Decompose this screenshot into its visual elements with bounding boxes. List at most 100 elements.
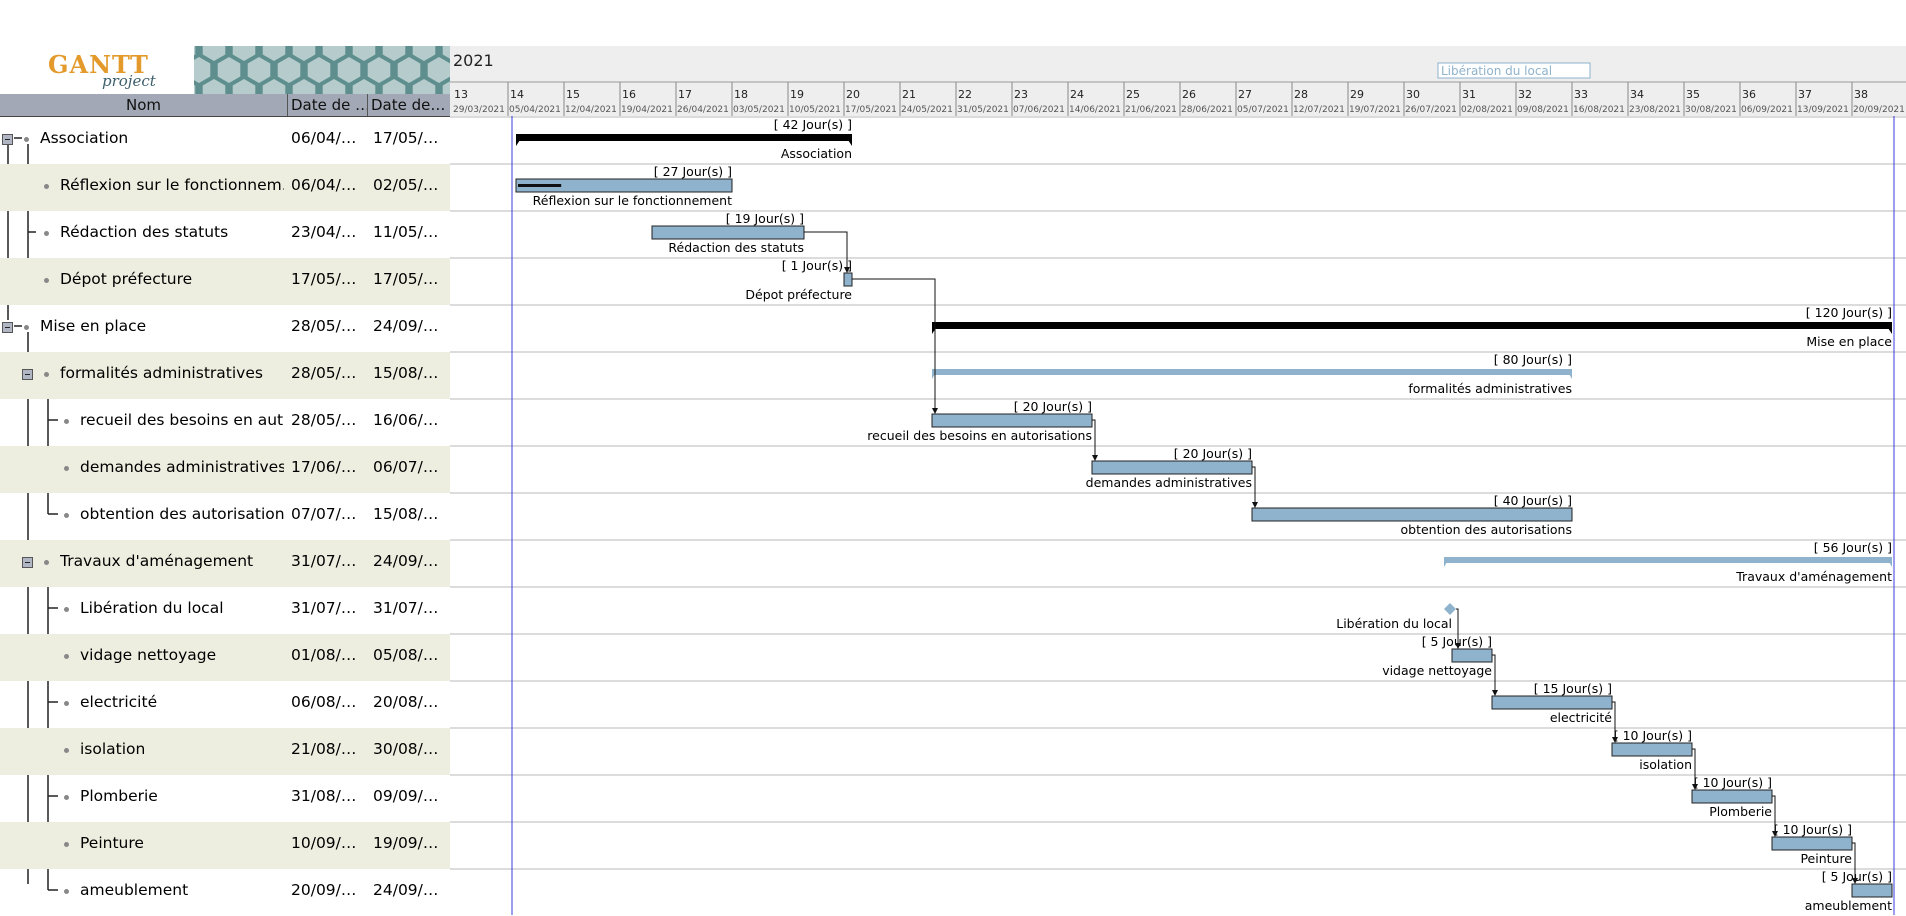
task-bar-label: formalités administratives <box>1408 381 1572 396</box>
week-number-label: 18 <box>734 88 748 101</box>
week-date-label: 19/07/2021 <box>1349 105 1401 115</box>
task-bar-label: Rédaction des statuts <box>668 240 804 255</box>
task-bar-label: demandes administratives <box>1086 475 1252 490</box>
week-number-label: 36 <box>1742 88 1756 101</box>
week-number-label: 25 <box>1126 88 1140 101</box>
week-number-label: 28 <box>1294 88 1308 101</box>
task-bar[interactable] <box>1251 507 1573 522</box>
task-bar[interactable] <box>1491 695 1613 710</box>
duration-label: [ 1 Jour(s) ] <box>782 258 852 273</box>
week-date-label: 24/05/2021 <box>901 105 953 115</box>
week-number-label: 22 <box>958 88 972 101</box>
duration-label: [ 80 Jour(s) ] <box>1494 352 1572 367</box>
week-number-label: 38 <box>1854 88 1868 101</box>
duration-label: [ 5 Jour(s) ] <box>1422 634 1492 649</box>
duration-label: [ 40 Jour(s) ] <box>1494 493 1572 508</box>
duration-label: [ 10 Jour(s) ] <box>1614 728 1692 743</box>
task-bar-label: obtention des autorisations <box>1401 522 1573 537</box>
week-date-label: 30/08/2021 <box>1685 105 1737 115</box>
task-bar-label: Plomberie <box>1709 804 1772 819</box>
dependency-arrowhead <box>1492 690 1498 696</box>
week-date-label: 26/04/2021 <box>677 105 729 115</box>
week-number-label: 20 <box>846 88 860 101</box>
dependency-arrow[interactable] <box>852 278 936 413</box>
week-number-label: 21 <box>902 88 916 101</box>
task-bar-label: Mise en place <box>1806 334 1892 349</box>
week-date-label: 12/07/2021 <box>1293 105 1345 115</box>
milestone-flag-label: Libération du local <box>1441 64 1552 78</box>
week-date-label: 06/09/2021 <box>1741 105 1793 115</box>
task-bar[interactable] <box>843 272 853 287</box>
duration-label: [ 56 Jour(s) ] <box>1814 540 1892 555</box>
week-number-label: 26 <box>1182 88 1196 101</box>
week-date-label: 17/05/2021 <box>845 105 897 115</box>
week-date-label: 20/09/2021 <box>1853 105 1905 115</box>
task-bar-label: ameublement <box>1805 898 1892 913</box>
group-summary-bar[interactable] <box>932 369 1572 375</box>
week-date-label: 02/08/2021 <box>1461 105 1513 115</box>
week-number-label: 27 <box>1238 88 1252 101</box>
group-summary-bar[interactable] <box>1444 557 1892 563</box>
week-date-label: 05/07/2021 <box>1237 105 1289 115</box>
task-bar-label: electricité <box>1550 710 1612 725</box>
task-bar-label: recueil des besoins en autorisations <box>867 428 1092 443</box>
duration-label: [ 15 Jour(s) ] <box>1534 681 1612 696</box>
week-date-label: 31/05/2021 <box>957 105 1009 115</box>
duration-label: [ 120 Jour(s) ] <box>1806 305 1892 320</box>
dependency-arrowhead <box>932 408 938 414</box>
week-date-label: 29/03/2021 <box>453 105 505 115</box>
timeline-year-label: 2021 <box>453 51 494 70</box>
task-bar[interactable] <box>1611 742 1693 757</box>
week-date-label: 03/05/2021 <box>733 105 785 115</box>
week-date-label: 09/08/2021 <box>1517 105 1569 115</box>
duration-label: [ 5 Jour(s) ] <box>1822 869 1892 884</box>
task-bar[interactable] <box>1851 883 1893 898</box>
week-number-label: 13 <box>454 88 468 101</box>
duration-label: [ 19 Jour(s) ] <box>726 211 804 226</box>
week-date-label: 14/06/2021 <box>1069 105 1121 115</box>
week-date-label: 07/06/2021 <box>1013 105 1065 115</box>
week-number-label: 33 <box>1574 88 1588 101</box>
week-number-label: 30 <box>1406 88 1420 101</box>
week-number-label: 35 <box>1686 88 1700 101</box>
week-date-label: 16/08/2021 <box>1573 105 1625 115</box>
week-number-label: 15 <box>566 88 580 101</box>
task-bar-label: isolation <box>1639 757 1692 772</box>
task-progress-indicator <box>518 184 562 187</box>
week-date-label: 28/06/2021 <box>1181 105 1233 115</box>
week-date-label: 12/04/2021 <box>565 105 617 115</box>
duration-label: [ 10 Jour(s) ] <box>1774 822 1852 837</box>
summary-bar[interactable] <box>932 322 1892 329</box>
week-date-label: 21/06/2021 <box>1125 105 1177 115</box>
week-number-label: 34 <box>1630 88 1644 101</box>
gantt-chart: 20211329/03/20211405/04/20211512/04/2021… <box>450 46 1906 915</box>
duration-label: [ 27 Jour(s) ] <box>654 164 732 179</box>
task-bar[interactable] <box>1451 648 1493 663</box>
duration-label: [ 20 Jour(s) ] <box>1014 399 1092 414</box>
week-date-label: 05/04/2021 <box>509 105 561 115</box>
week-number-label: 19 <box>790 88 804 101</box>
week-number-label: 37 <box>1798 88 1812 101</box>
task-bar-label: Dépot préfecture <box>745 287 852 302</box>
task-bar[interactable] <box>1691 789 1773 804</box>
week-date-label: 19/04/2021 <box>621 105 673 115</box>
task-bar[interactable] <box>1771 836 1853 851</box>
milestone-diamond[interactable] <box>1444 603 1456 615</box>
week-number-label: 32 <box>1518 88 1532 101</box>
duration-label: [ 10 Jour(s) ] <box>1694 775 1772 790</box>
summary-bar[interactable] <box>516 134 852 141</box>
week-number-label: 29 <box>1350 88 1364 101</box>
duration-label: [ 20 Jour(s) ] <box>1174 446 1252 461</box>
week-number-label: 24 <box>1070 88 1084 101</box>
task-bar[interactable] <box>931 413 1093 428</box>
week-date-label: 13/09/2021 <box>1797 105 1849 115</box>
dependency-arrowhead <box>1252 502 1258 508</box>
task-bar-label: vidage nettoyage <box>1382 663 1492 678</box>
duration-label: [ 42 Jour(s) ] <box>774 117 852 132</box>
week-date-label: 10/05/2021 <box>789 105 841 115</box>
dependency-arrowhead <box>1092 455 1098 461</box>
week-number-label: 14 <box>510 88 524 101</box>
task-bar[interactable] <box>651 225 805 240</box>
week-number-label: 17 <box>678 88 692 101</box>
task-bar[interactable] <box>1091 460 1253 475</box>
